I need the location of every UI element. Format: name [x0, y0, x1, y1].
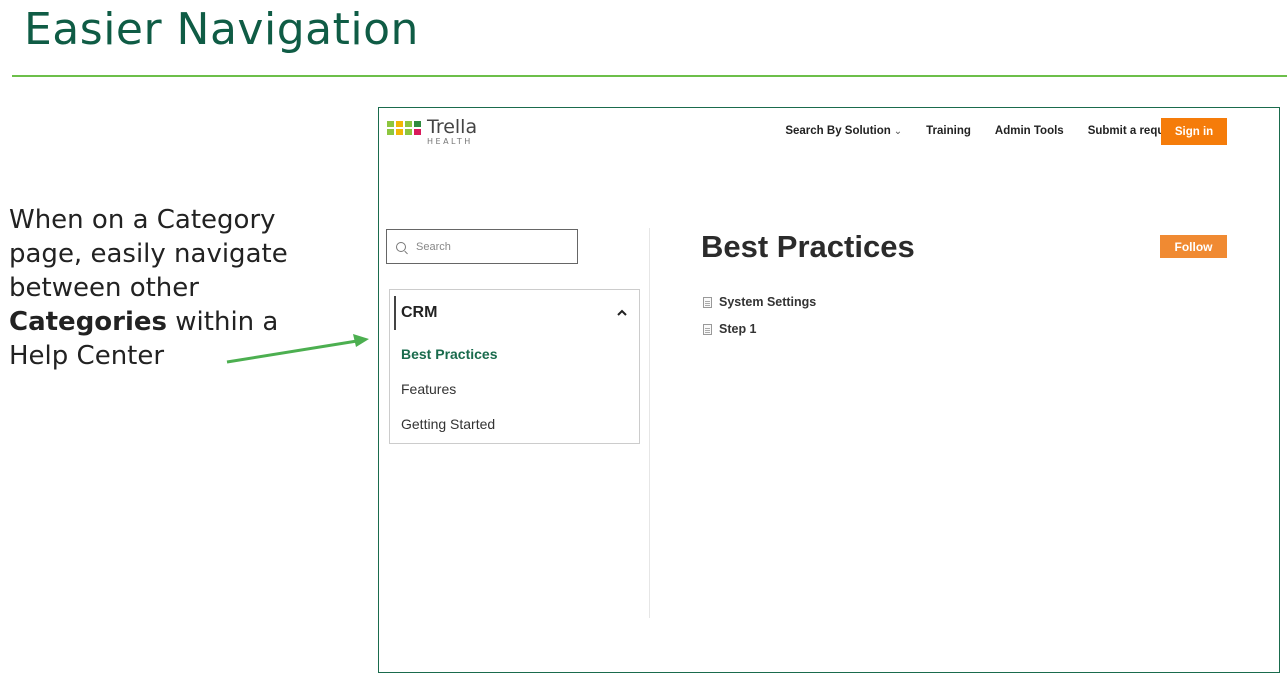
category-link-features[interactable]: Features — [401, 381, 456, 397]
chevron-up-icon[interactable] — [615, 306, 629, 320]
document-icon — [703, 323, 712, 335]
follow-button[interactable]: Follow — [1160, 235, 1227, 258]
logo-mark-icon — [387, 121, 421, 135]
trella-logo[interactable]: Trella HEALTH — [387, 118, 477, 146]
nav-search-by-solution[interactable]: Search By Solution ⌄ — [785, 125, 902, 137]
logo-name: Trella — [427, 116, 478, 138]
callout-line: between other — [9, 273, 199, 303]
category-heading[interactable]: CRM — [401, 304, 437, 322]
slide-title: Easier Navigation — [24, 4, 419, 55]
article-link[interactable]: System Settings — [703, 295, 816, 309]
chevron-down-icon: ⌄ — [893, 126, 903, 137]
nav-training[interactable]: Training — [926, 125, 971, 137]
callout-line: When on a Category — [9, 205, 276, 235]
title-divider — [12, 75, 1287, 77]
pointer-arrow — [226, 334, 369, 364]
article-title: Step 1 — [719, 322, 757, 336]
article-title: System Settings — [719, 295, 817, 309]
nav-label: Search By Solution — [785, 125, 891, 137]
category-accent-bar — [394, 296, 396, 330]
search-icon — [396, 241, 406, 252]
callout-bold-word: Categories — [9, 307, 168, 337]
article-link[interactable]: Step 1 — [703, 322, 757, 336]
callout-line: page, easily navigate — [9, 239, 288, 269]
page-title: Best Practices — [701, 229, 915, 264]
column-divider — [649, 228, 650, 618]
search-field[interactable] — [386, 229, 578, 264]
category-link-getting-started[interactable]: Getting Started — [401, 416, 495, 432]
search-input[interactable] — [414, 239, 568, 254]
top-nav: Search By Solution ⌄ Training Admin Tools… — [761, 125, 1181, 137]
category-nav: CRM Best Practices Features Getting Star… — [389, 289, 640, 444]
category-link-best-practices[interactable]: Best Practices — [401, 346, 498, 362]
help-center-screenshot: Trella HEALTH Search By Solution ⌄ Traini… — [378, 107, 1280, 673]
logo-subtitle: HEALTH — [427, 137, 473, 146]
sign-in-button[interactable]: Sign in — [1161, 118, 1227, 145]
nav-admin-tools[interactable]: Admin Tools — [995, 125, 1064, 137]
document-icon — [703, 296, 712, 308]
